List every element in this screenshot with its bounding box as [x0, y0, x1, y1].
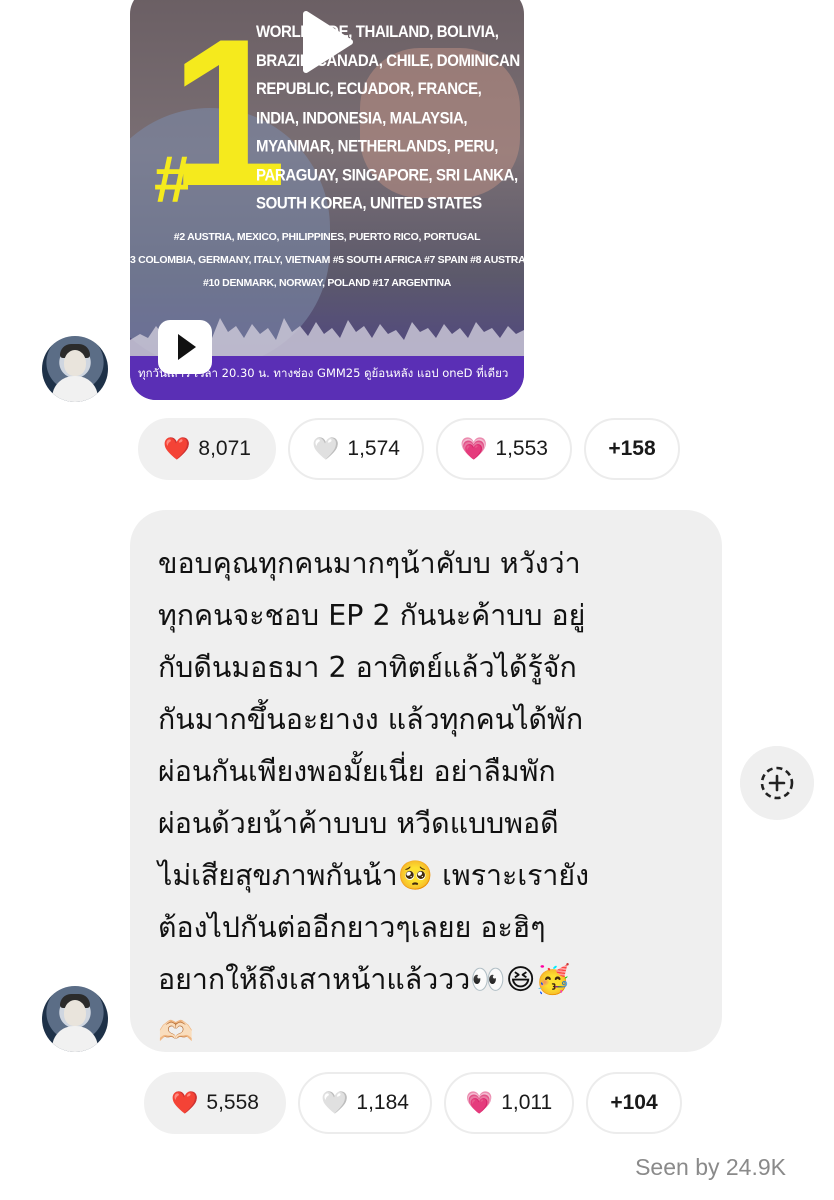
white-heart-icon: 🤍: [321, 1090, 349, 1115]
seen-by-count: Seen by 24.9K: [635, 1154, 786, 1180]
reaction-heart-red[interactable]: ❤️ 5,558: [144, 1072, 286, 1134]
reactions-row: ❤️ 8,071 🤍 1,574 💗 1,553 +158: [138, 418, 680, 480]
add-reaction-button[interactable]: [740, 746, 814, 820]
reaction-count: 1,184: [356, 1091, 409, 1114]
more-reactions-button[interactable]: +104: [586, 1072, 682, 1134]
rank-list: #2 AUSTRIA, MEXICO, PHILIPPINES, PUERTO …: [130, 226, 524, 295]
red-heart-icon: ❤️: [163, 436, 191, 461]
red-heart-icon: ❤️: [171, 1090, 199, 1115]
more-reactions-count: +104: [610, 1091, 658, 1114]
white-heart-icon: 🤍: [312, 436, 340, 461]
reaction-count: 1,011: [501, 1091, 553, 1114]
reaction-heart-pink[interactable]: 💗 1,011: [444, 1072, 574, 1134]
reel-icon[interactable]: [158, 320, 212, 374]
more-reactions-button[interactable]: +158: [584, 418, 680, 480]
reaction-heart-white[interactable]: 🤍 1,184: [298, 1072, 432, 1134]
pink-heart-icon: 💗: [460, 436, 488, 461]
sender-avatar[interactable]: [42, 336, 108, 402]
message-text: ขอบคุณทุกคนมากๆน้าคับบ หวังว่า ทุกคนจะชอ…: [158, 547, 589, 1048]
reaction-heart-red[interactable]: ❤️ 8,071: [138, 418, 276, 480]
reaction-heart-pink[interactable]: 💗 1,553: [436, 418, 572, 480]
video-post[interactable]: 1 # WORLDWIDE, THAILAND, BOLIVIA, BRAZIL…: [130, 0, 524, 400]
reaction-count: 5,558: [206, 1091, 259, 1114]
rank-hash: #: [154, 142, 191, 216]
more-reactions-count: +158: [608, 437, 656, 460]
play-icon[interactable]: [286, 6, 358, 78]
reaction-count: 1,553: [495, 437, 548, 460]
reactions-row: ❤️ 5,558 🤍 1,184 💗 1,011 +104: [144, 1072, 682, 1134]
pink-heart-icon: 💗: [465, 1090, 494, 1115]
sender-avatar[interactable]: [42, 986, 108, 1052]
reaction-heart-white[interactable]: 🤍 1,574: [288, 418, 424, 480]
rank-line: #2 AUSTRIA, MEXICO, PHILIPPINES, PUERTO …: [173, 231, 481, 243]
reaction-count: 1,574: [347, 437, 400, 460]
message-bubble[interactable]: ขอบคุณทุกคนมากๆน้าคับบ หวังว่า ทุกคนจะชอ…: [130, 510, 722, 1052]
rank-line: 3 COLOMBIA, GERMANY, ITALY, VIETNAM #5 S…: [130, 254, 524, 266]
reaction-count: 8,071: [198, 437, 251, 460]
